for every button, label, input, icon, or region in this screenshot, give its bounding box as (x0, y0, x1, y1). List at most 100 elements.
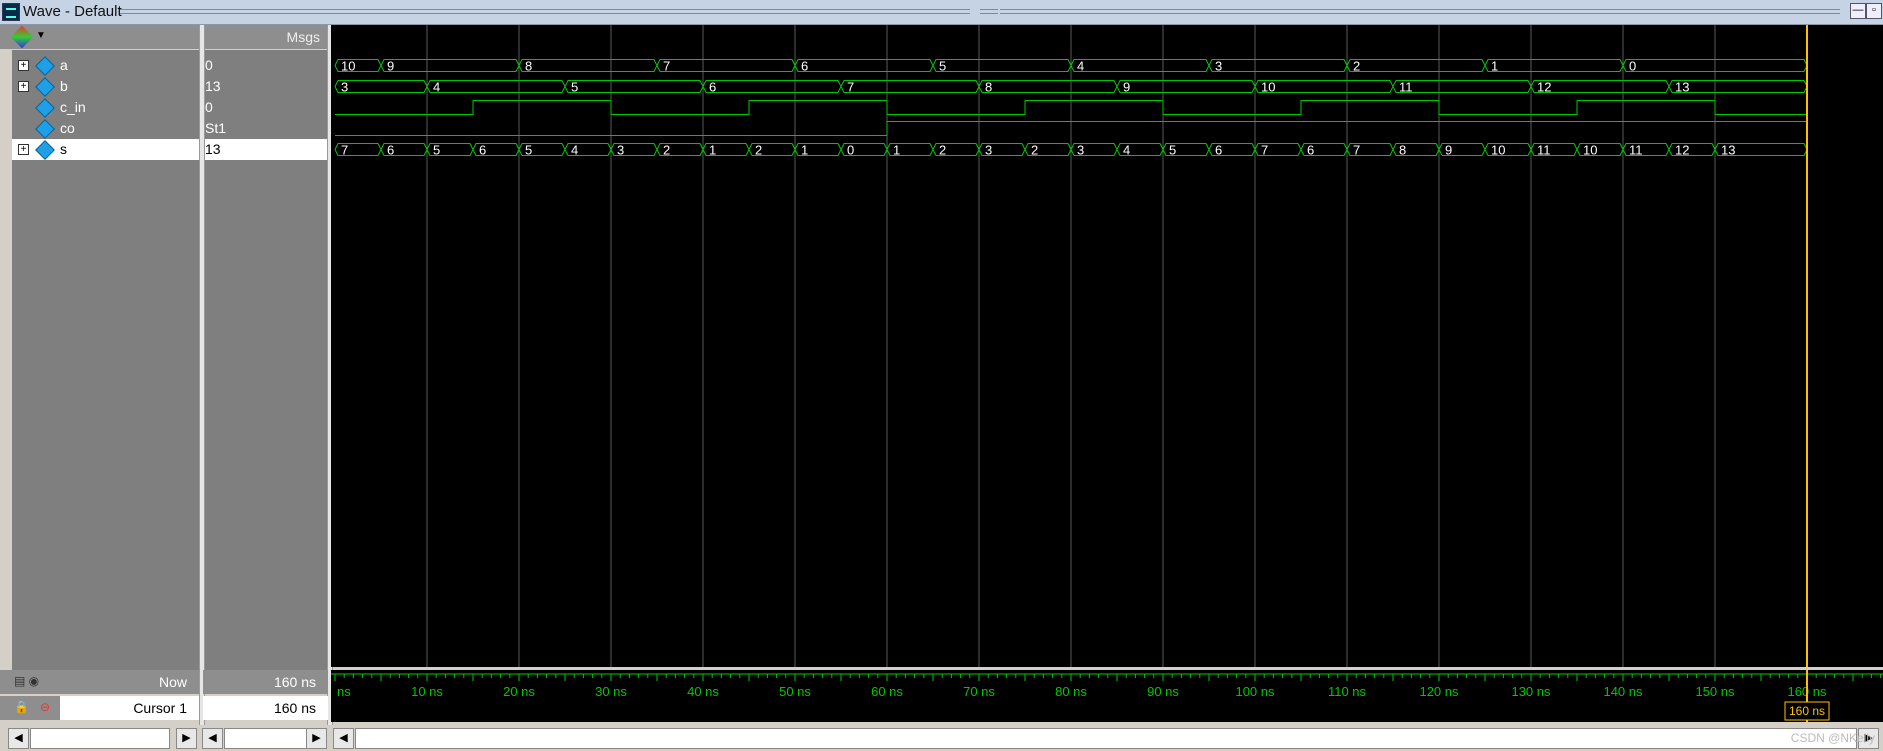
bus-value-label: 12 (1537, 80, 1551, 95)
bus-value-label: 11 (1629, 143, 1643, 158)
signal-name: b (60, 78, 68, 94)
signal-row-s[interactable]: + s (12, 139, 199, 160)
scrollbar-row: ◀ ▶ ◀ ▶ ◀ ▶ CSDN @NKelly (0, 726, 1883, 751)
wave-panel[interactable]: 10 9 8 7 6 5 4 3 2 1 0 3 4 5 6 7 8 9 10 11 12 13 7 6 5 6 5 4 3 2 1 2 1 0 1… (331, 25, 1883, 667)
now-label: Now (158, 674, 187, 690)
signal-name: c_in (60, 99, 86, 115)
bus-value-label: 3 (1215, 59, 1222, 74)
signal-row-a[interactable]: + a (12, 55, 199, 76)
names-header: ▼ (0, 25, 199, 49)
wave-toolbar-icon[interactable] (10, 25, 34, 49)
bus-value-label: 5 (525, 143, 532, 158)
signal-value-c_in: 0 (203, 97, 328, 118)
bus-value-label: 11 (1399, 80, 1413, 95)
bus-segment (932, 59, 1072, 72)
names-scrollbar[interactable] (30, 728, 170, 749)
bus-segment (1668, 80, 1808, 93)
signal-name: s (60, 141, 67, 157)
cursor-icons-cell: 🔒 ⊖ (0, 696, 60, 720)
timeline-label: 10 ns (411, 684, 443, 699)
bus-value-label: 1 (1491, 59, 1498, 74)
bus-value-label: 4 (571, 143, 578, 158)
title-grip (1000, 9, 1840, 14)
scroll-right-icon[interactable]: ▶ (306, 728, 327, 749)
scroll-left-icon[interactable]: ◀ (202, 728, 223, 749)
msgs-header: Msgs (203, 25, 328, 49)
status-panel: ▤ ◉ Now 160 ns 🔒 ⊖ Cursor 1 160 ns (0, 670, 331, 726)
bus-segment (1530, 80, 1670, 93)
bus-value-label: 8 (525, 59, 532, 74)
signal-row-c_in[interactable]: c_in (12, 97, 199, 118)
bus-segment (426, 80, 566, 93)
bus-value-label: 13 (1721, 143, 1735, 158)
signal-value-text: 13 (205, 78, 221, 94)
bus-segment (1392, 80, 1532, 93)
expand-plus-icon[interactable]: + (18, 60, 29, 71)
maximize-button[interactable]: ▫ (1866, 3, 1882, 19)
wave-scrollbar[interactable] (355, 728, 1857, 749)
cursor-lock-icon[interactable]: 🔒 (14, 700, 29, 714)
bus-value-label: 10 (1261, 80, 1275, 95)
values-scrollbar[interactable] (224, 728, 308, 749)
wave-canvas[interactable]: 10 9 8 7 6 5 4 3 2 1 03 4 5 6 7 8 9 10 11 12 137 6 5 6 5 4 3 2 1 2 1 0 1… (331, 25, 1883, 667)
bus-value-label: 3 (341, 80, 348, 95)
bus-segment (380, 59, 520, 72)
bus-value-label: 2 (1353, 59, 1360, 74)
timeline-label: 30 ns (595, 684, 627, 699)
bus-value-label: 3 (985, 143, 992, 158)
expand-plus-icon[interactable]: + (18, 81, 29, 92)
timeline-label: 100 ns (1235, 684, 1275, 699)
bus-value-label: 6 (387, 143, 394, 158)
window-title: Wave - Default (23, 3, 122, 20)
timeline-label: 50 ns (779, 684, 811, 699)
timeline-label: 70 ns (963, 684, 995, 699)
cursor-remove-icon[interactable]: ⊖ (40, 700, 50, 714)
signal-value-co: St1 (203, 118, 328, 139)
timeline-label: 20 ns (503, 684, 535, 699)
now-row: ▤ ◉ Now (0, 670, 199, 694)
now-toolbar-icons[interactable]: ▤ ◉ (14, 674, 39, 688)
bus-value-label: 9 (1123, 80, 1130, 95)
title-grip-handle[interactable] (980, 9, 998, 14)
bus-value-label: 1 (801, 143, 808, 158)
bus-segment (1070, 59, 1210, 72)
signal-value-a: 0 (203, 55, 328, 76)
now-value: 160 ns (273, 674, 316, 690)
signal-value-text: 13 (205, 141, 221, 157)
bus-value-label: 12 (1675, 143, 1689, 158)
bus-value-label: 8 (1399, 143, 1406, 158)
signal-diamond-icon (35, 77, 55, 97)
scroll-left-icon[interactable]: ◀ (8, 728, 29, 749)
chevron-down-icon[interactable]: ▼ (36, 30, 46, 41)
title-grip (120, 9, 970, 14)
cursor-value-cell[interactable]: 160 ns (203, 696, 328, 720)
scroll-left-icon[interactable]: ◀ (333, 728, 354, 749)
bus-value-label: 7 (663, 59, 670, 74)
bus-value-label: 6 (1307, 143, 1314, 158)
cursor-label: Cursor 1 (133, 700, 187, 716)
bus-value-label: 1 (893, 143, 900, 158)
expand-plus-icon[interactable]: + (18, 144, 29, 155)
bus-segment (518, 59, 658, 72)
bus-value-label: 1 (709, 143, 716, 158)
bus-value-label: 2 (1031, 143, 1038, 158)
bus-segment (656, 59, 796, 72)
cursor-name-cell[interactable]: Cursor 1 (60, 696, 199, 720)
signal-row-b[interactable]: + b (12, 76, 199, 97)
timeline[interactable]: ns 10 ns 20 ns 30 ns 40 ns 50 ns 60 ns 70 ns 80 … (331, 670, 1883, 722)
timeline-label: 150 ns (1695, 684, 1735, 699)
bus-value-label: 13 (1675, 80, 1689, 95)
bus-value-label: 3 (617, 143, 624, 158)
bus-segment (564, 80, 704, 93)
timeline-label: 60 ns (871, 684, 903, 699)
signal-value-text: 0 (205, 99, 213, 115)
minimize-button[interactable]: — (1850, 3, 1866, 19)
timeline-canvas[interactable]: ns 10 ns 20 ns 30 ns 40 ns 50 ns 60 ns 70 ns 80 … (331, 670, 1883, 722)
bus-value-label: 9 (1445, 143, 1452, 158)
scroll-right-icon[interactable]: ▶ (176, 728, 197, 749)
signal-row-co[interactable]: co (12, 118, 199, 139)
splitter[interactable] (199, 25, 205, 725)
bus-value-label: 2 (755, 143, 762, 158)
bus-value-label: 0 (1629, 59, 1636, 74)
bus-segment (794, 59, 934, 72)
